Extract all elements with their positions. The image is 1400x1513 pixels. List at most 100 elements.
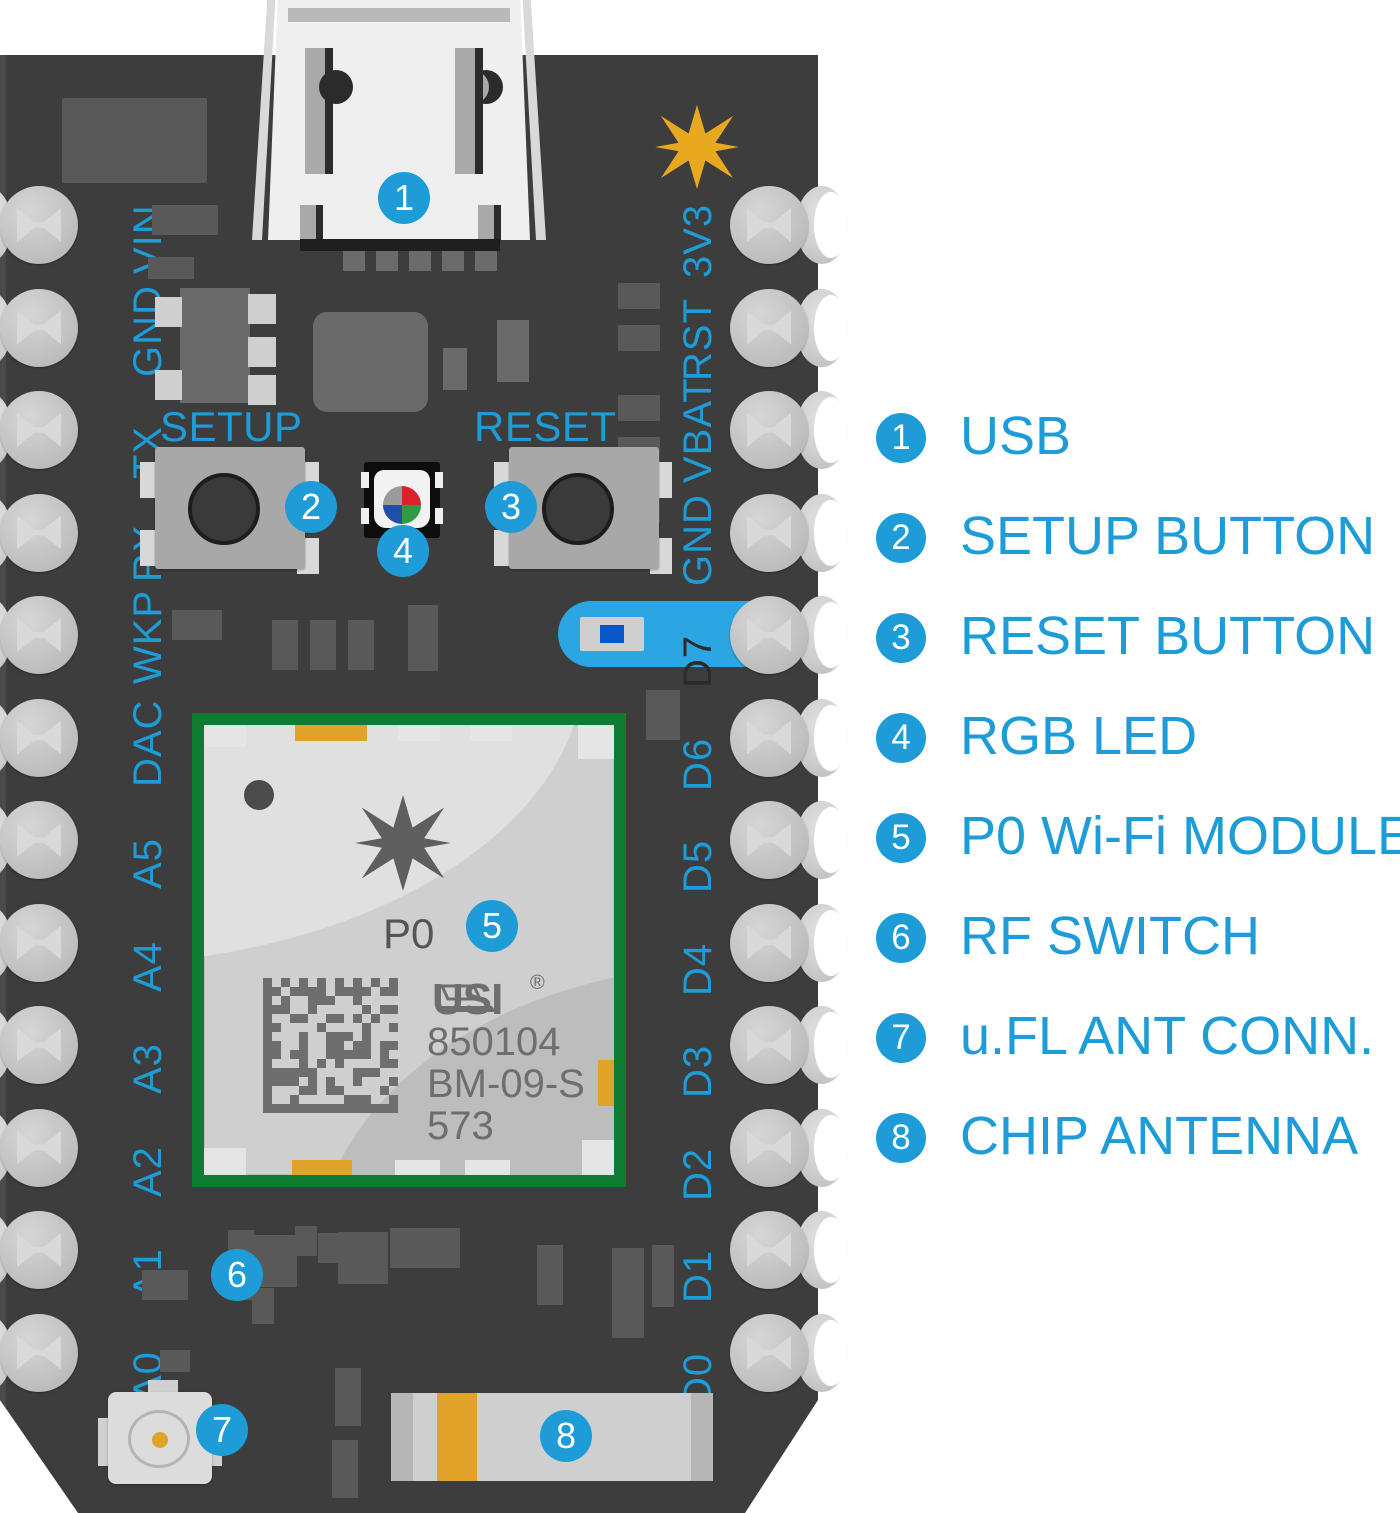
pin-pad-a5-left[interactable] [0, 801, 78, 879]
legend-label-1: USB [960, 406, 1072, 466]
shield-notch [395, 1160, 440, 1175]
pin-label-d3-right: D3 [676, 1044, 720, 1098]
smd-component-m [408, 605, 438, 671]
pin-pad-wkp-left[interactable] [0, 596, 78, 674]
marker-8-chip-antenna[interactable]: 8 [540, 1410, 592, 1462]
legend-badge-4: 4 [876, 713, 926, 763]
legend-row[interactable]: 6 RF SWITCH [876, 905, 1400, 1005]
pin-label-a4-left: A4 [126, 940, 170, 992]
module-line-2: BM-09-S [427, 1062, 585, 1106]
smd-component-g [618, 395, 660, 421]
pin-pad-gnd-left[interactable] [0, 288, 78, 367]
legend-badge-2: 2 [876, 513, 926, 563]
pin-pad-d6-right[interactable] [730, 698, 848, 777]
smd-component-n [172, 610, 222, 640]
regulator-pad-2 [155, 370, 182, 400]
pin-pad-d2-right[interactable] [730, 1108, 848, 1187]
smd-component-z [652, 1245, 674, 1307]
module-line-1: 850104 [427, 1020, 561, 1064]
smd-component-f [618, 325, 660, 351]
setup-button[interactable] [155, 447, 305, 569]
module-datamatrix-code [263, 978, 398, 1113]
usb-latch-right [455, 48, 503, 174]
pin-pad-gnd-right[interactable] [730, 493, 848, 572]
pin-pad-3v3-right[interactable] [730, 186, 848, 264]
pin-label-a2-left: A2 [126, 1145, 170, 1197]
legend-row[interactable]: 5 P0 Wi-Fi MODULE [876, 805, 1400, 905]
smd-component-t [338, 1232, 388, 1284]
legend-row[interactable]: 7 u.FL ANT CONN. [876, 1005, 1400, 1105]
smd-component-a [152, 205, 218, 235]
pin-pad-a1-left[interactable] [0, 1211, 78, 1289]
pin-pad-vbat-right[interactable] [730, 391, 848, 469]
usb-pin [376, 251, 398, 271]
smd-component-top-left [62, 98, 207, 183]
usb-pin-bar [300, 239, 500, 251]
usb-foot-right [478, 205, 506, 241]
pin-pad-d0-right[interactable] [730, 1313, 848, 1392]
pin-label-d1-right: D1 [676, 1249, 720, 1303]
pin-pad-d7-right[interactable] [730, 596, 848, 674]
legend-row[interactable]: 4 RGB LED [876, 705, 1400, 805]
smd-component-d [497, 320, 529, 382]
marker-6-rf-switch[interactable]: 6 [211, 1249, 263, 1301]
legend-badge-1: 1 [876, 413, 926, 463]
inductor [313, 312, 428, 412]
pin-pad-a4-left[interactable] [0, 903, 78, 982]
pin-label-vbat-right: VBAT [676, 377, 720, 483]
pin-pad-rx-left[interactable] [0, 493, 78, 572]
pin-pad-vin-left[interactable] [0, 186, 78, 264]
smd-component-e [618, 283, 660, 309]
pin-pad-a3-left[interactable] [0, 1006, 78, 1084]
smd-component-c [443, 348, 467, 390]
shield-gold-notch [295, 725, 367, 741]
marker-3-reset-button[interactable]: 3 [485, 481, 537, 533]
regulator-pad-3 [248, 294, 276, 324]
marker-1-usb[interactable]: 1 [378, 172, 430, 224]
marker-7-ufl-connector[interactable]: 7 [196, 1404, 248, 1456]
legend-badge-5: 5 [876, 813, 926, 863]
legend-label-3: RESET BUTTON [960, 606, 1376, 666]
pin-label-dac-left: DAC [126, 699, 170, 787]
pin-label-d5-right: D5 [676, 839, 720, 893]
legend-row[interactable]: 8 CHIP ANTENNA [876, 1105, 1400, 1205]
pin-pad-tx-left[interactable] [0, 391, 78, 469]
legend-label-2: SETUP BUTTON [960, 506, 1376, 566]
module-vendor-registered-mark: ® [530, 972, 545, 994]
smd-component-u [335, 1368, 361, 1426]
pin-pad-d3-right[interactable] [730, 1006, 848, 1084]
particle-photon-board: VINGNDTXRXWKPDACA5A4A3A2A1A0 3V3RSTVBATG… [0, 0, 848, 1513]
marker-4-rgb-led[interactable]: 4 [377, 525, 429, 577]
pin-pad-a2-left[interactable] [0, 1108, 78, 1187]
shield-notch [578, 725, 614, 759]
smd-component-o [646, 690, 680, 740]
pin-pad-rst-right[interactable] [730, 288, 848, 367]
pin-pad-a0-left[interactable] [0, 1313, 78, 1392]
pin-pad-dac-left[interactable] [0, 698, 78, 777]
smd-component-p [142, 1270, 188, 1300]
usb-top-seam [288, 8, 510, 22]
legend-row[interactable]: 3 RESET BUTTON [876, 605, 1400, 705]
legend-row[interactable]: 1 USB [876, 405, 1400, 505]
pin-label-a5-left: A5 [126, 838, 170, 889]
legend-badge-8: 8 [876, 1113, 926, 1163]
smd-component-aa [295, 1226, 317, 1256]
setup-silkscreen-label: SETUP [160, 403, 303, 450]
shield-notch [204, 725, 246, 747]
shield-gold-notch [292, 1160, 352, 1175]
regulator-pad-1 [155, 297, 182, 327]
pin-pad-d1-right[interactable] [730, 1211, 848, 1289]
smd-component-v [332, 1440, 358, 1498]
legend-badge-6: 6 [876, 913, 926, 963]
usb-foot-left [300, 205, 328, 241]
marker-2-setup-button[interactable]: 2 [285, 481, 337, 533]
diagram-canvas: VINGNDTXRXWKPDACA5A4A3A2A1A0 3V3RSTVBATG… [0, 0, 1400, 1513]
marker-5-wifi-module[interactable]: 5 [466, 900, 518, 952]
legend-row[interactable]: 2 SETUP BUTTON [876, 505, 1400, 605]
legend-label-6: RF SWITCH [960, 906, 1260, 966]
pin-pad-d5-right[interactable] [730, 801, 848, 879]
legend-label-4: RGB LED [960, 706, 1198, 766]
legend-badge-3: 3 [876, 613, 926, 663]
pin-pad-d4-right[interactable] [730, 903, 848, 982]
pin-label-rst-right: RST [676, 297, 720, 381]
